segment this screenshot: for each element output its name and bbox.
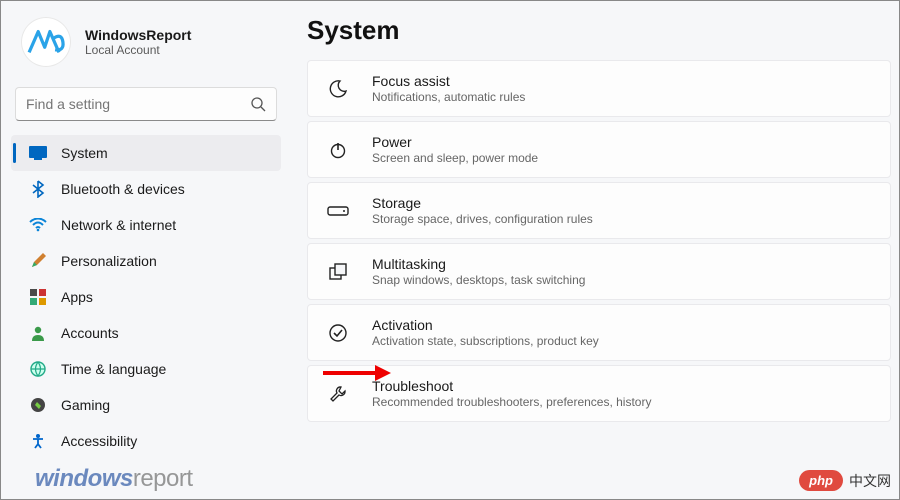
card-multitasking[interactable]: MultitaskingSnap windows, desktops, task… (307, 243, 891, 300)
watermark-php-cn: php中文网 (799, 470, 891, 491)
nav-accounts[interactable]: Accounts (11, 315, 281, 351)
moon-icon (326, 77, 350, 101)
avatar (21, 17, 71, 67)
nav-label: Time & language (61, 361, 166, 377)
profile-sub: Local Account (85, 43, 191, 57)
card-title: Power (372, 134, 538, 150)
nav-label: Personalization (61, 253, 157, 269)
person-icon (29, 324, 47, 342)
profile-block[interactable]: WindowsReport Local Account (11, 11, 281, 81)
nav-gaming[interactable]: Gaming (11, 387, 281, 423)
nav-accessibility[interactable]: Accessibility (11, 423, 281, 459)
multitask-icon (326, 260, 350, 284)
card-storage[interactable]: StorageStorage space, drives, configurat… (307, 182, 891, 239)
card-sub: Screen and sleep, power mode (372, 151, 538, 165)
card-sub: Activation state, subscriptions, product… (372, 334, 599, 348)
watermark-windowsreport: windowsreport (35, 465, 193, 493)
card-sub: Notifications, automatic rules (372, 90, 525, 104)
card-sub: Recommended troubleshooters, preferences… (372, 395, 651, 409)
nav-label: Apps (61, 289, 93, 305)
settings-card-list: Focus assistNotifications, automatic rul… (307, 60, 891, 422)
sidebar: WindowsReport Local Account System Bluet… (1, 1, 291, 499)
card-focus-assist[interactable]: Focus assistNotifications, automatic rul… (307, 60, 891, 117)
globe-icon (29, 360, 47, 378)
nav-apps[interactable]: Apps (11, 279, 281, 315)
wrench-icon (326, 382, 350, 406)
gaming-icon (29, 396, 47, 414)
annotation-arrow (321, 361, 391, 385)
nav-system[interactable]: System (11, 135, 281, 171)
nav: System Bluetooth & devices Network & int… (11, 135, 281, 459)
nav-label: Network & internet (61, 217, 176, 233)
apps-icon (29, 288, 47, 306)
search-input[interactable] (26, 96, 250, 112)
card-troubleshoot[interactable]: TroubleshootRecommended troubleshooters,… (307, 365, 891, 422)
nav-bluetooth[interactable]: Bluetooth & devices (11, 171, 281, 207)
card-activation[interactable]: ActivationActivation state, subscription… (307, 304, 891, 361)
search-icon (250, 96, 266, 112)
card-title: Multitasking (372, 256, 585, 272)
page-title: System (307, 15, 891, 46)
power-icon (326, 138, 350, 162)
card-power[interactable]: PowerScreen and sleep, power mode (307, 121, 891, 178)
main-panel: System Focus assistNotifications, automa… (291, 1, 899, 499)
card-sub: Snap windows, desktops, task switching (372, 273, 585, 287)
card-title: Storage (372, 195, 593, 211)
nav-label: Gaming (61, 397, 110, 413)
nav-personalization[interactable]: Personalization (11, 243, 281, 279)
profile-name: WindowsReport (85, 27, 191, 43)
card-title: Troubleshoot (372, 378, 651, 394)
card-title: Focus assist (372, 73, 525, 89)
search-box[interactable] (15, 87, 277, 121)
nav-label: System (61, 145, 108, 161)
check-circle-icon (326, 321, 350, 345)
wifi-icon (29, 216, 47, 234)
nav-label: Bluetooth & devices (61, 181, 185, 197)
nav-label: Accounts (61, 325, 119, 341)
nav-time-language[interactable]: Time & language (11, 351, 281, 387)
accessibility-icon (29, 432, 47, 450)
system-icon (29, 144, 47, 162)
card-sub: Storage space, drives, configuration rul… (372, 212, 593, 226)
bluetooth-icon (29, 180, 47, 198)
brush-icon (29, 252, 47, 270)
storage-icon (326, 199, 350, 223)
card-title: Activation (372, 317, 599, 333)
nav-network[interactable]: Network & internet (11, 207, 281, 243)
nav-label: Accessibility (61, 433, 137, 449)
